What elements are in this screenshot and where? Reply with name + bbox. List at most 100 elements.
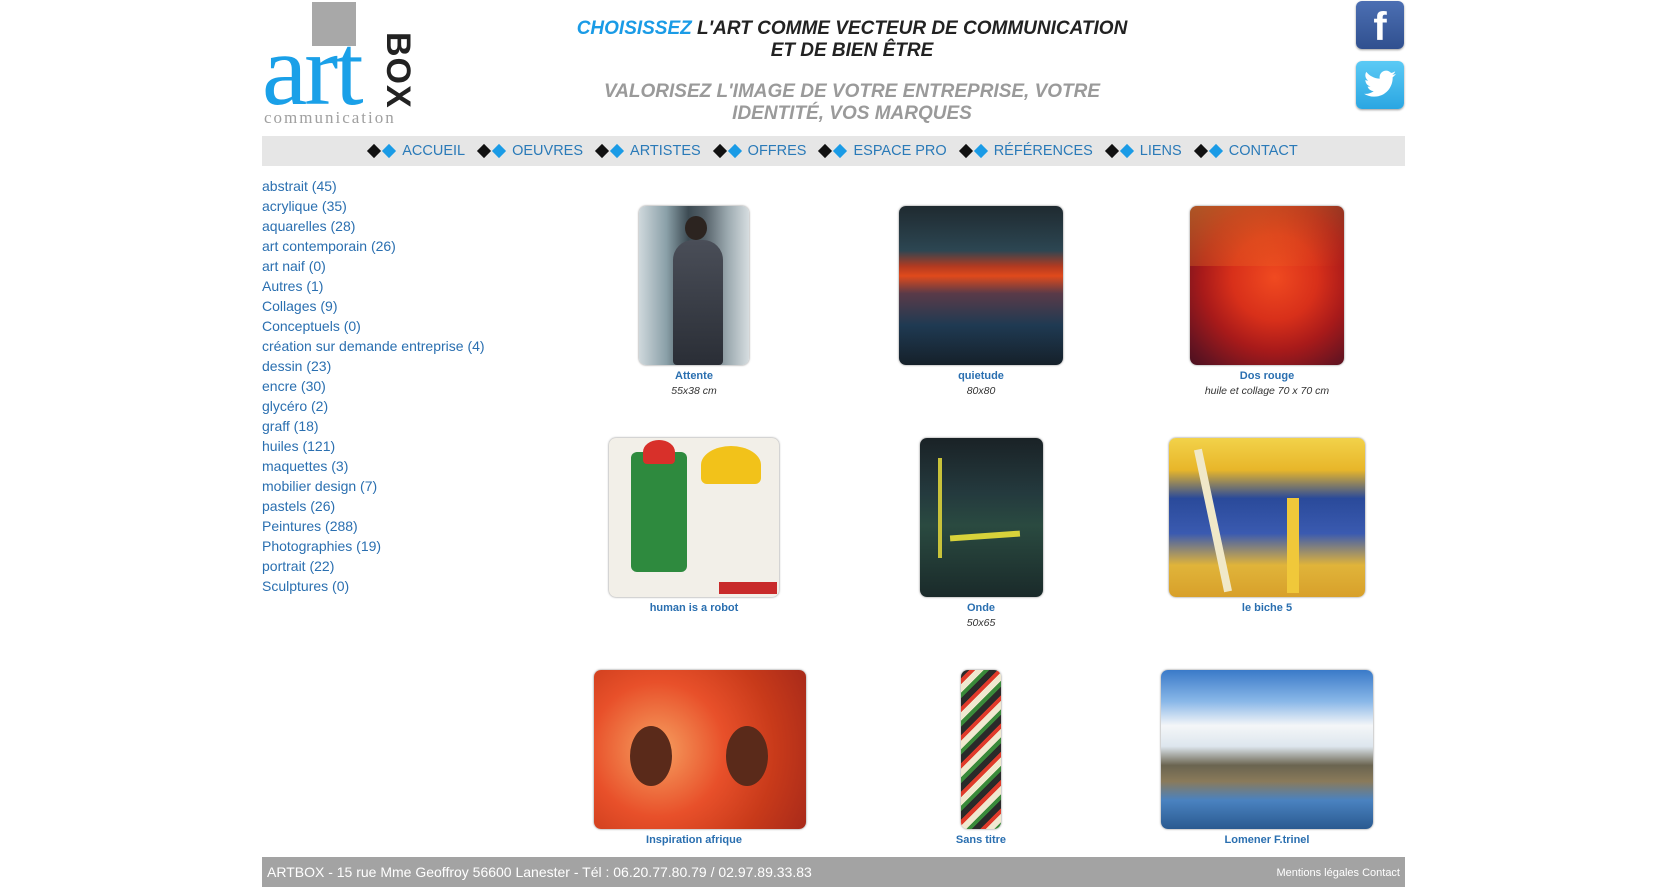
contact-link[interactable]: Contact <box>1362 867 1400 879</box>
nav-label: OFFRES <box>747 143 807 159</box>
category-link[interactable]: portrait (22) <box>262 556 522 576</box>
nav-offres[interactable]: OFFRES <box>712 143 807 159</box>
category-link[interactable]: Photographies (19) <box>262 536 522 556</box>
facebook-icon[interactable]: f <box>1356 1 1404 49</box>
twitter-icon[interactable] <box>1356 61 1404 109</box>
artwork-size: huile et collage 70 x 70 cm <box>1204 385 1330 397</box>
artwork-title[interactable]: Lomener F.trinel <box>1142 833 1392 847</box>
category-link[interactable]: aquarelles (28) <box>262 216 522 236</box>
artwork-thumbnail[interactable] <box>899 206 1063 365</box>
artwork-title[interactable]: Dos rouge <box>1142 369 1392 383</box>
artwork-robot-head <box>643 440 675 464</box>
artwork-robot-banner <box>719 582 777 594</box>
category-link[interactable]: art contemporain (26) <box>262 236 522 256</box>
artwork-card[interactable]: le biche 5 <box>1142 438 1392 617</box>
diamond-icon <box>958 143 973 159</box>
nav-artistes[interactable]: ARTISTES <box>594 143 701 159</box>
artwork-title[interactable]: Onde <box>881 601 1081 615</box>
nav-espace-pro[interactable]: ESPACE PRO <box>818 143 947 159</box>
diamond-icon <box>1119 143 1134 159</box>
artwork-figure-dress <box>673 240 723 365</box>
category-link[interactable]: pastels (26) <box>262 496 522 516</box>
artwork-card[interactable]: Sans titre <box>881 670 1081 849</box>
artwork-card[interactable]: Inspiration afrique <box>594 670 806 849</box>
artwork-card[interactable]: Onde 50x65 <box>881 438 1081 630</box>
category-list: abstrait (45) acrylique (35) aquarelles … <box>262 176 522 596</box>
diamond-icon <box>1208 143 1223 159</box>
category-link[interactable]: Collages (9) <box>262 296 522 316</box>
artwork-thumbnail[interactable] <box>1161 670 1373 829</box>
diamond-icon <box>818 143 833 159</box>
artwork-thumbnail[interactable] <box>1169 438 1365 597</box>
artwork-thumbnail[interactable] <box>1190 206 1344 365</box>
diamond-icon <box>492 143 507 159</box>
nav-label: OEUVRES <box>512 143 584 159</box>
category-link[interactable]: Conceptuels (0) <box>262 316 522 336</box>
twitter-bird-icon <box>1364 70 1396 97</box>
slogan-line-1: CHOISISSEZ L'ART COMME VECTEUR DE COMMUN… <box>562 18 1142 62</box>
category-link[interactable]: huiles (121) <box>262 436 522 456</box>
category-link[interactable]: création sur demande entreprise (4) <box>262 336 522 356</box>
artwork-face <box>630 726 672 786</box>
nav-oeuvres[interactable]: OEUVRES <box>477 143 584 159</box>
artwork-size: 50x65 <box>966 617 996 629</box>
artwork-title[interactable]: Sans titre <box>881 833 1081 847</box>
slogan-line-1-rest: L'ART COMME VECTEUR DE COMMUNICATION ET … <box>691 18 1128 61</box>
header-slogan: CHOISISSEZ L'ART COMME VECTEUR DE COMMUN… <box>562 18 1142 125</box>
artwork-stroke <box>937 458 942 558</box>
category-link[interactable]: encre (30) <box>262 376 522 396</box>
slogan-line-2: VALORISEZ L'IMAGE DE VOTRE ENTREPRISE, V… <box>603 81 1101 124</box>
artwork-stroke <box>1194 448 1232 593</box>
diamond-icon <box>477 143 492 159</box>
nav-label: CONTACT <box>1228 143 1298 159</box>
diamond-icon <box>594 143 610 159</box>
category-link[interactable]: graff (18) <box>262 416 522 436</box>
artwork-title[interactable]: Attente <box>594 369 794 383</box>
artwork-card[interactable]: quietude 80x80 <box>881 206 1081 398</box>
diamond-icon <box>1104 143 1119 159</box>
legal-notice-link[interactable]: Mentions légales <box>1276 867 1359 879</box>
category-link[interactable]: acrylique (35) <box>262 196 522 216</box>
category-link[interactable]: mobilier design (7) <box>262 476 522 496</box>
diamond-icon <box>609 143 625 159</box>
artwork-size: 80x80 <box>966 385 996 397</box>
category-link[interactable]: art naif (0) <box>262 256 522 276</box>
artwork-thumbnail[interactable] <box>919 438 1043 597</box>
category-link[interactable]: Peintures (288) <box>262 516 522 536</box>
category-link[interactable]: dessin (23) <box>262 356 522 376</box>
artwork-size: 55x38 cm <box>671 385 717 397</box>
artwork-thumbnail[interactable] <box>594 670 806 829</box>
artwork-card[interactable]: Dos rouge huile et collage 70 x 70 cm <box>1142 206 1392 398</box>
artwork-thumbnail[interactable] <box>961 670 1001 829</box>
nav-label: ARTISTES <box>630 143 701 159</box>
category-link[interactable]: Sculptures (0) <box>262 576 522 596</box>
artwork-card[interactable]: Lomener F.trinel <box>1142 670 1392 849</box>
nav-liens[interactable]: LIENS <box>1104 143 1182 159</box>
artwork-thumbnail[interactable] <box>609 438 779 597</box>
diamond-icon <box>973 143 988 159</box>
artwork-card[interactable]: Attente 55x38 cm <box>594 206 794 398</box>
category-link[interactable]: Autres (1) <box>262 276 522 296</box>
artwork-card[interactable]: human is a robot <box>594 438 794 617</box>
artwork-title[interactable]: human is a robot <box>594 601 794 615</box>
logo-box-text: BOX <box>379 32 417 109</box>
nav-label: ESPACE PRO <box>853 143 947 159</box>
artwork-title[interactable]: Inspiration afrique <box>594 833 794 847</box>
nav-label: LIENS <box>1139 143 1182 159</box>
artwork-title[interactable]: le biche 5 <box>1142 601 1392 615</box>
category-link[interactable]: maquettes (3) <box>262 456 522 476</box>
nav-contact[interactable]: CONTACT <box>1193 143 1298 159</box>
artwork-overlay <box>1190 206 1344 266</box>
footer-address: ARTBOX - 15 rue Mme Geoffroy 56600 Lanes… <box>267 864 812 880</box>
category-link[interactable]: abstrait (45) <box>262 176 522 196</box>
artwork-thumbnail[interactable] <box>639 206 749 365</box>
nav-references[interactable]: RÉFÉRENCES <box>958 143 1093 159</box>
category-link[interactable]: glycéro (2) <box>262 396 522 416</box>
artbox-logo[interactable]: art BOX communication <box>262 2 422 130</box>
main-nav: ACCUEIL OEUVRES ARTISTES OFFRES ESPACE P… <box>262 136 1405 166</box>
artwork-robot-green <box>631 452 687 572</box>
nav-accueil[interactable]: ACCUEIL <box>367 143 465 159</box>
diamond-icon <box>382 143 397 159</box>
artwork-title[interactable]: quietude <box>881 369 1081 383</box>
nav-label: RÉFÉRENCES <box>993 143 1093 159</box>
